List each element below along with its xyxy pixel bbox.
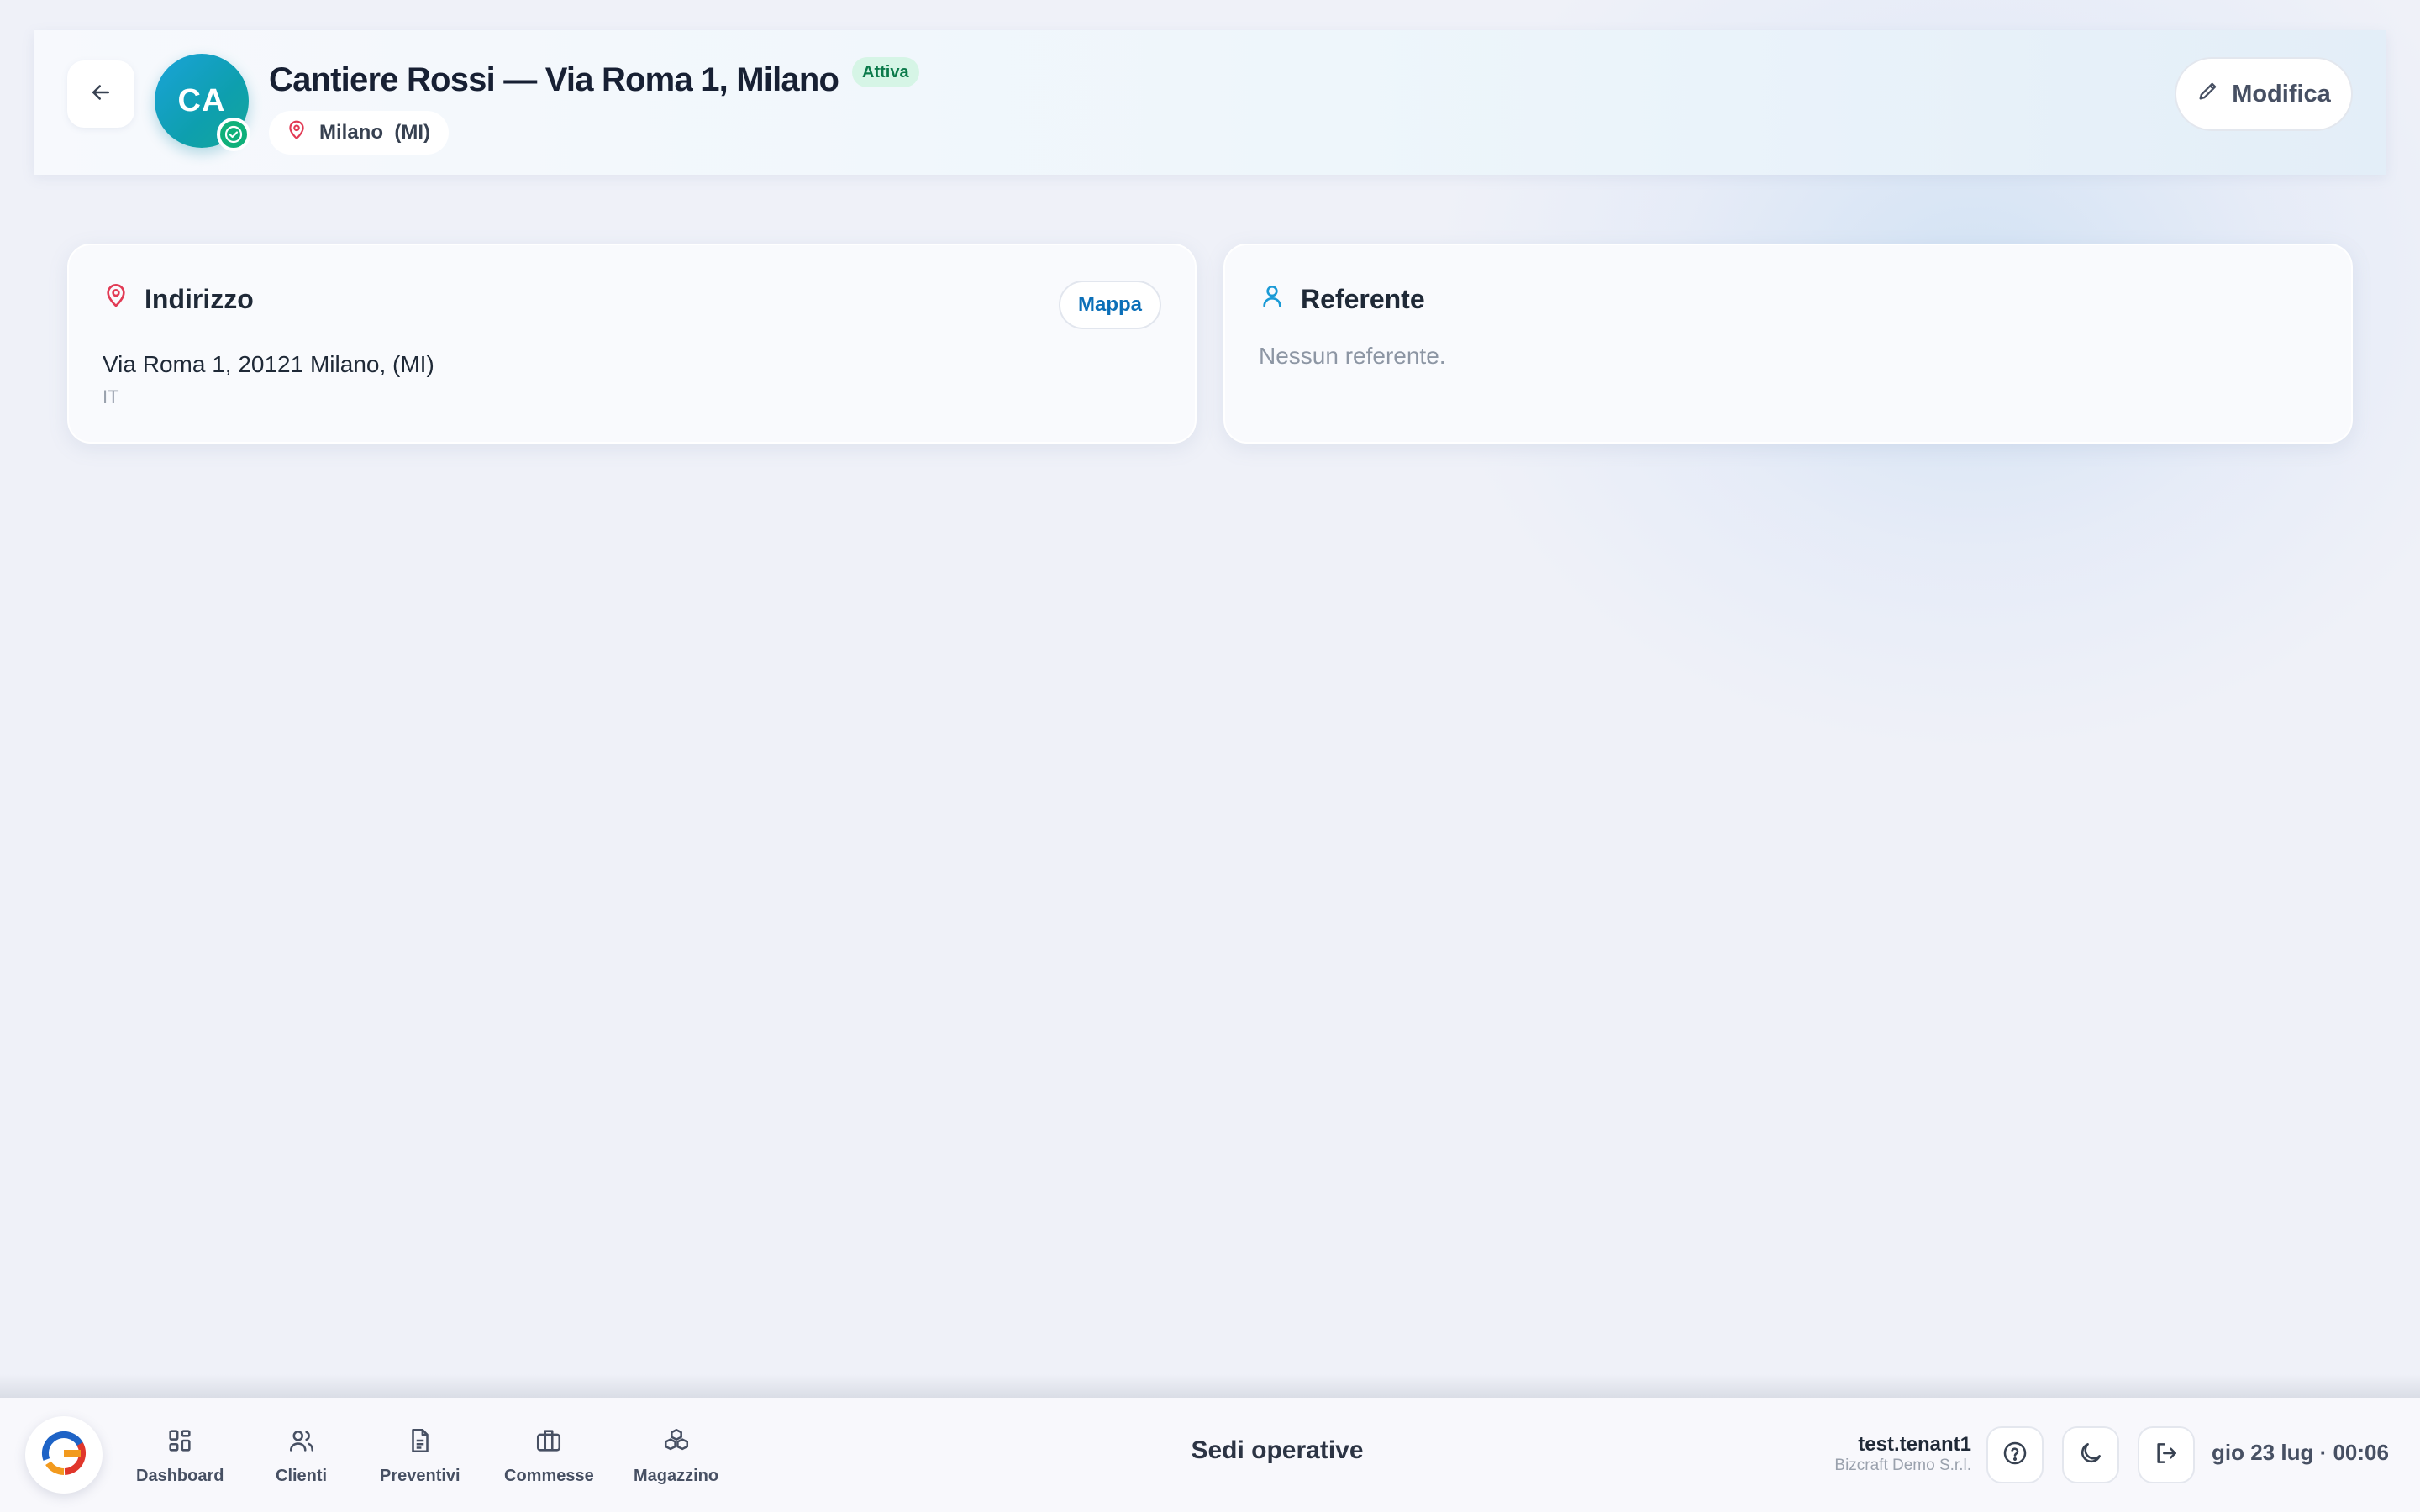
help-button[interactable]	[1986, 1426, 2044, 1483]
grid-icon	[166, 1426, 194, 1460]
nav-label: Dashboard	[136, 1467, 224, 1485]
nav-clienti[interactable]: Clienti	[276, 1426, 327, 1486]
map-pin-icon	[103, 282, 129, 316]
address-card: Indirizzo Mappa Via Roma 1, 20121 Milano…	[67, 244, 1197, 444]
section-title: Sedi operative	[1191, 1436, 1364, 1464]
user-company: Bizcraft Demo S.r.l.	[1834, 1457, 1971, 1474]
logout-button[interactable]	[2138, 1426, 2195, 1483]
contact-card-header: Referente	[1259, 282, 1425, 316]
address-country: IT	[103, 386, 119, 407]
arrow-left-icon	[88, 80, 113, 109]
page-title: Cantiere Rossi — Via Roma 1, Milano	[269, 61, 839, 98]
edit-label: Modifica	[2232, 80, 2331, 108]
moon-icon	[2077, 1440, 2104, 1471]
user-icon	[1259, 282, 1286, 316]
page-header: CA Cantiere Rossi — Via Roma 1, Milano A…	[34, 30, 2386, 175]
contact-empty-text: Nessun referente.	[1259, 343, 1446, 369]
nav-preventivi[interactable]: Preventivi	[380, 1426, 460, 1486]
pencil-icon	[2196, 79, 2220, 109]
nav-label: Magazzino	[634, 1467, 719, 1485]
status-badge: Attiva	[852, 57, 919, 87]
help-circle-icon	[2002, 1440, 2028, 1471]
avatar-initials: CA	[177, 82, 226, 118]
contact-card: Referente Nessun referente.	[1223, 244, 2353, 444]
date-time: gio 23 lug · 00:06	[2212, 1440, 2389, 1465]
nav-label: Commesse	[504, 1467, 594, 1485]
app-logo-button[interactable]	[25, 1416, 103, 1494]
nav-label: Clienti	[276, 1467, 328, 1485]
user-name: test.tenant1	[1858, 1433, 1971, 1456]
user-info: test.tenant1 Bizcraft Demo S.r.l.	[1834, 1433, 1971, 1475]
address-card-header: Indirizzo	[103, 282, 254, 316]
verified-check-icon	[217, 118, 250, 151]
map-pin-icon	[286, 119, 308, 147]
boxes-icon	[662, 1426, 691, 1460]
location-chip: Milano (MI)	[269, 111, 449, 155]
bottom-bar-shadow	[0, 1374, 2420, 1398]
document-icon	[406, 1426, 434, 1460]
address-line: Via Roma 1, 20121 Milano, (MI)	[103, 351, 434, 377]
nav-magazzino[interactable]: Magazzino	[634, 1426, 718, 1486]
back-button[interactable]	[67, 60, 134, 128]
location-label: Milano (MI)	[319, 121, 430, 144]
briefcase-icon	[534, 1426, 563, 1460]
app-logo-icon	[39, 1428, 89, 1483]
logout-icon	[2153, 1440, 2180, 1471]
dark-mode-toggle[interactable]	[2062, 1426, 2119, 1483]
contact-card-title: Referente	[1301, 283, 1425, 314]
map-button[interactable]: Mappa	[1059, 281, 1161, 329]
address-card-title: Indirizzo	[145, 283, 254, 314]
nav-label: Preventivi	[380, 1467, 460, 1485]
edit-button[interactable]: Modifica	[2175, 57, 2353, 131]
nav-commesse[interactable]: Commesse	[504, 1426, 594, 1486]
bottom-bar: Dashboard Clienti Preventivi Commesse Ma…	[0, 1398, 2420, 1512]
users-icon	[287, 1426, 316, 1460]
nav-dashboard[interactable]: Dashboard	[136, 1426, 224, 1486]
